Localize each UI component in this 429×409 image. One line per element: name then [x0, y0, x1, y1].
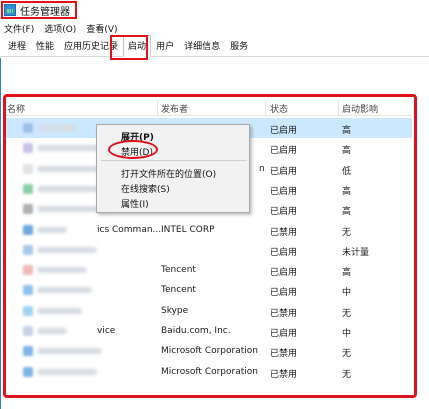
tab-details[interactable]: 详细信息: [179, 35, 225, 56]
menu-options[interactable]: 选项(O): [44, 22, 76, 35]
tab-performance[interactable]: 性能: [31, 35, 59, 56]
menu-file[interactable]: 文件(F): [4, 22, 34, 35]
window-left-edge: [0, 58, 1, 409]
title-highlight-box: [1, 1, 77, 19]
context-menu: 展开(P) 禁用(D) 打开文件所在的位置(O) 在线搜索(S) 属性(I): [96, 124, 250, 213]
disable-highlight-oval: [108, 140, 158, 159]
tab-bar: 进程 性能 应用历史记录 启动 用户 详细信息 服务: [0, 35, 429, 57]
menu-item-open-file-location[interactable]: 打开文件所在的位置(O): [121, 167, 216, 180]
tab-services[interactable]: 服务: [225, 35, 253, 56]
menu-item-search-online[interactable]: 在线搜索(S): [121, 182, 170, 195]
tab-highlight-box: [110, 35, 148, 60]
tab-processes[interactable]: 进程: [3, 35, 31, 56]
menu-separator: [101, 160, 247, 161]
tab-users[interactable]: 用户: [151, 35, 179, 56]
menu-item-properties[interactable]: 属性(I): [121, 197, 149, 210]
menu-view[interactable]: 查看(V): [86, 22, 117, 35]
